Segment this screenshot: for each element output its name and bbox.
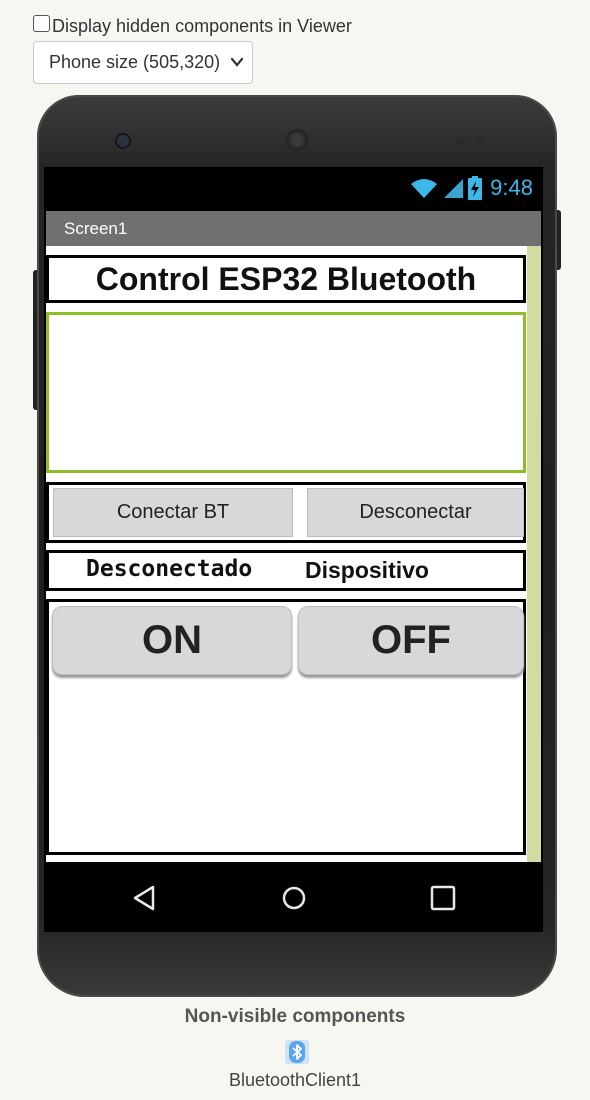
recents-icon[interactable] xyxy=(430,884,456,912)
disconnect-label: Desconectar xyxy=(359,501,472,523)
home-icon[interactable] xyxy=(281,884,307,912)
vertical-scrollbar[interactable] xyxy=(527,246,541,862)
back-icon[interactable] xyxy=(132,884,156,912)
connect-bt-label: Conectar BT xyxy=(116,501,230,523)
phone-screen: 9:48 Screen1 Control ESP32 Bluetooth Con… xyxy=(44,167,543,932)
battery-charging-icon xyxy=(468,176,483,200)
app-heading-text: Control ESP32 Bluetooth xyxy=(95,260,477,297)
connection-buttons-row: Conectar BT Desconectar xyxy=(46,482,526,543)
phone-size-value: Phone size (505,320) xyxy=(49,52,221,72)
off-button-label: OFF xyxy=(371,618,451,662)
screen-title-bar: Screen1 xyxy=(46,211,541,246)
light-sensor xyxy=(477,137,485,145)
wifi-icon xyxy=(411,179,438,198)
disconnect-button[interactable]: Desconectar xyxy=(307,488,524,537)
on-button-label: ON xyxy=(142,618,202,662)
front-camera xyxy=(117,135,129,147)
control-buttons-area: ON OFF xyxy=(46,599,526,855)
on-button[interactable]: ON xyxy=(52,606,292,675)
hidden-components-checkbox[interactable] xyxy=(33,15,50,32)
app-content: Control ESP32 Bluetooth Conectar BT Desc… xyxy=(46,246,541,862)
off-button[interactable]: OFF xyxy=(298,606,524,675)
hidden-components-toggle[interactable]: Display hidden components in Viewer xyxy=(33,15,352,37)
device-label: Dispositivo xyxy=(305,557,429,583)
hidden-components-label: Display hidden components in Viewer xyxy=(52,16,352,36)
bluetooth-client-label[interactable]: BluetoothClient1 xyxy=(0,1070,590,1091)
screen-title: Screen1 xyxy=(64,218,128,238)
earpiece-speaker xyxy=(286,129,308,151)
connection-status-label: Desconectado xyxy=(86,556,253,582)
phone-size-select[interactable]: Phone size (505,320) xyxy=(33,41,253,84)
bluetooth-icon[interactable] xyxy=(285,1040,309,1064)
navigation-bar xyxy=(44,864,543,932)
device-list-view[interactable] xyxy=(46,312,526,473)
connection-status-row: Desconectado Dispositivo xyxy=(46,550,526,591)
status-clock: 9:48 xyxy=(490,175,533,200)
status-bar: 9:48 xyxy=(44,167,543,211)
cell-signal-icon xyxy=(444,179,464,198)
nonvisible-components-title: Non-visible components xyxy=(184,1006,406,1027)
app-heading-label: Control ESP32 Bluetooth xyxy=(46,255,526,303)
proximity-sensor xyxy=(457,137,465,145)
chevron-down-icon xyxy=(230,57,244,67)
connect-bt-button[interactable]: Conectar BT xyxy=(53,488,293,537)
